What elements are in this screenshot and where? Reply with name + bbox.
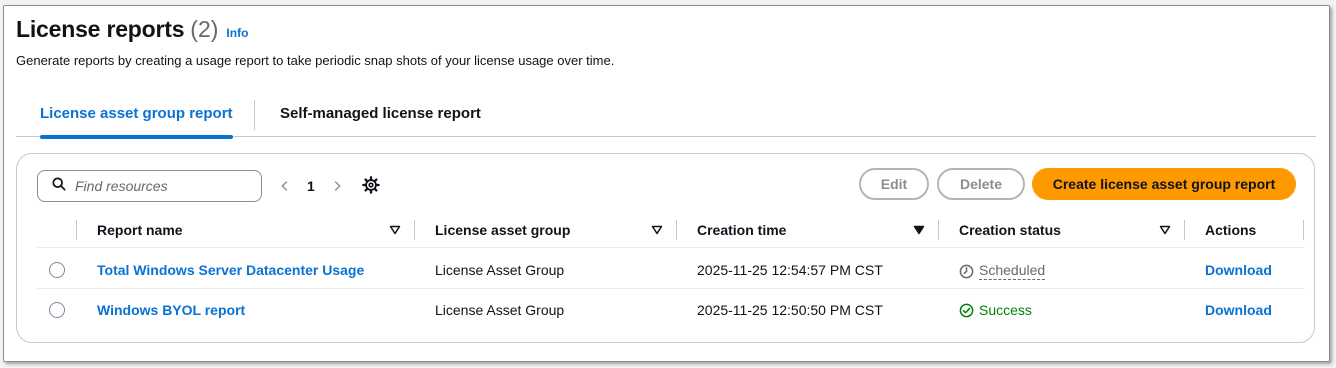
delete-button[interactable]: Delete [937, 168, 1025, 200]
chevron-left-icon [281, 181, 288, 191]
page-title: License reports [16, 16, 185, 42]
create-report-button[interactable]: Create license asset group report [1032, 168, 1296, 200]
column-divider [676, 220, 677, 240]
creation-status-cell: Scheduled [959, 262, 1046, 280]
download-link[interactable]: Download [1205, 302, 1272, 318]
reports-panel: License reports (2) Info Generate report… [3, 5, 1330, 362]
report-name-link[interactable]: Total Windows Server Datacenter Usage [97, 262, 364, 278]
info-link[interactable]: Info [226, 26, 248, 40]
check-circle-icon [959, 303, 974, 317]
table-row[interactable]: Windows BYOL report License Asset Group … [37, 290, 1305, 329]
next-page-button[interactable] [327, 176, 347, 196]
creation-time-cell: 2025-11-25 12:54:57 PM CST [697, 262, 883, 278]
sort-icon[interactable] [1159, 224, 1171, 236]
tab-license-asset-group-report[interactable]: License asset group report [40, 94, 233, 139]
column-divider [938, 220, 939, 240]
previous-page-button[interactable] [275, 176, 295, 196]
pagination: 1 [275, 176, 347, 196]
search-icon [52, 176, 66, 196]
page-description: Generate reports by creating a usage rep… [16, 53, 615, 68]
edit-button[interactable]: Edit [859, 168, 929, 200]
download-link[interactable]: Download [1205, 262, 1272, 278]
status-text[interactable]: Scheduled [979, 262, 1046, 280]
column-header-creation-time[interactable]: Creation time [697, 222, 786, 238]
creation-time-cell: 2025-11-25 12:50:50 PM CST [697, 302, 883, 318]
column-header-report-name[interactable]: Report name [97, 222, 183, 238]
tab-divider [254, 100, 255, 130]
sort-descending-icon[interactable] [913, 224, 925, 236]
chevron-right-icon [334, 181, 341, 191]
column-header-license-asset-group[interactable]: License asset group [435, 222, 570, 238]
table-row[interactable]: Total Windows Server Datacenter Usage Li… [37, 250, 1305, 289]
reports-table-container: 1 Edit Delete Create license asset group… [16, 153, 1315, 343]
column-divider [1184, 220, 1185, 240]
gear-icon[interactable] [362, 176, 380, 194]
column-divider [1303, 220, 1304, 240]
tab-self-managed-license-report[interactable]: Self-managed license report [280, 94, 481, 137]
search-box[interactable] [37, 170, 262, 202]
license-asset-group-cell: License Asset Group [435, 302, 565, 318]
column-header-actions: Actions [1205, 222, 1257, 238]
sort-icon[interactable] [651, 224, 663, 236]
license-asset-group-cell: License Asset Group [435, 262, 565, 278]
report-name-link[interactable]: Windows BYOL report [97, 302, 245, 318]
status-text: Success [979, 302, 1032, 318]
sort-icon[interactable] [389, 224, 401, 236]
clock-icon [959, 264, 974, 278]
column-divider [414, 220, 415, 240]
report-count: (2) [190, 16, 219, 42]
page-header: License reports (2) Info [16, 16, 248, 43]
search-input[interactable] [75, 178, 255, 194]
row-radio[interactable] [49, 302, 65, 318]
table-header: Report name License asset group Creation… [37, 216, 1305, 248]
report-tabs: License asset group report Self-managed … [16, 94, 1316, 139]
column-header-creation-status[interactable]: Creation status [959, 222, 1061, 238]
creation-status-cell: Success [959, 302, 1032, 318]
column-divider [76, 220, 77, 240]
current-page[interactable]: 1 [307, 178, 315, 194]
row-radio[interactable] [49, 262, 65, 278]
